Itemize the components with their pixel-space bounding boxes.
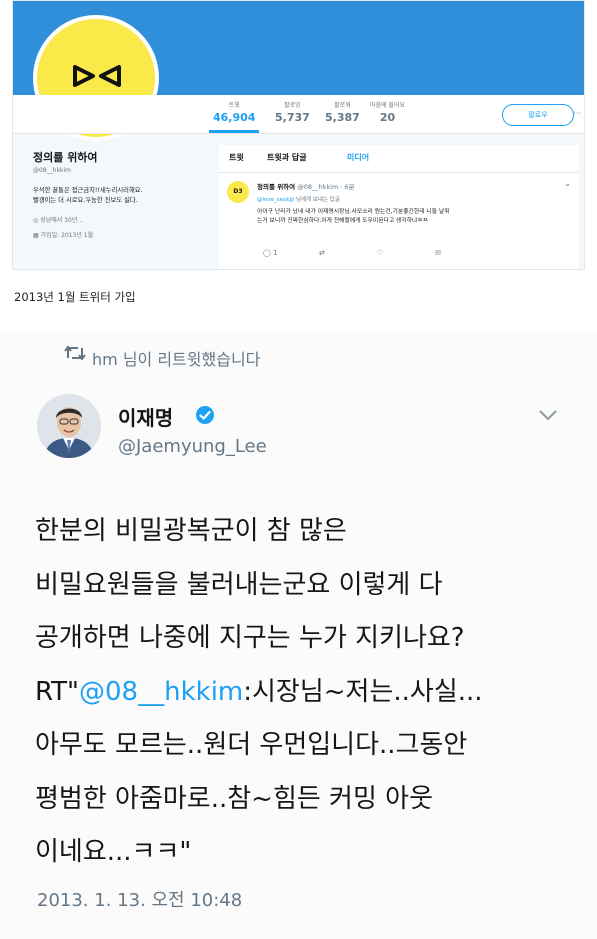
retweeted-by[interactable]: hm 님이 리트윗했습니다 <box>92 346 260 370</box>
verified-badge-icon <box>196 406 214 424</box>
stat-value: 20 <box>379 111 396 124</box>
calendar-icon: ▦ <box>33 232 39 239</box>
stat-likes[interactable]: 마음에 들어요 20 <box>370 100 405 124</box>
tab-tweets[interactable]: 트윗 <box>229 152 244 163</box>
profile-location: ◎ 성남에서 30년 .. <box>33 215 209 224</box>
stat-value: 46,904 <box>213 111 256 124</box>
profile-photo <box>37 394 101 458</box>
profile-screenshot: 세상의 작은 불의에도 관심 가져요 트윗 46,904 팔로잉 5,737 팔… <box>12 0 585 270</box>
stat-followers[interactable]: 팔로워 5,387 <box>325 100 360 124</box>
tweet-line: 한분의 비밀광복군이 참 많은 <box>35 516 347 546</box>
profile-bio: 정의를 위하여 @08__hkkim 우석한 꿀통은 접근금지!!새누리시러해요… <box>33 149 209 239</box>
inner-tweet-reply-to: @love_seokjji 님에게 보내는 답글 <box>257 195 340 203</box>
message-icon[interactable]: ✉ <box>435 249 441 257</box>
avatar[interactable] <box>37 394 101 458</box>
stat-value: 5,737 <box>275 111 310 124</box>
reply-suffix: 님에게 보내는 답글 <box>294 197 340 203</box>
reply-mention[interactable]: @love_seokjji <box>257 197 294 203</box>
stat-tweets[interactable]: 트윗 46,904 <box>208 100 260 133</box>
location-icon: ◎ <box>33 217 39 224</box>
profile-tabs: 트윗 트윗과 답글 미디어 <box>219 145 579 173</box>
caption: 2013년 1월 트위터 가입 <box>14 290 136 304</box>
bow-logo-icon <box>73 65 121 87</box>
inner-tweet-header: 정의를 위하여 @08__hkkim · 6분 <box>257 181 355 191</box>
retweet-icon <box>64 345 86 361</box>
inner-tweet-avatar[interactable]: D3 <box>227 181 249 203</box>
more-icon[interactable]: ··· <box>573 109 581 118</box>
tweet-panel: 트윗 트윗과 답글 미디어 D3 정의를 위하여 @08__hkkim · 6분… <box>219 145 579 269</box>
bio-line: 우석한 꿀통은 접근금지!!새누리시러해요. <box>33 187 143 194</box>
stat-label: 팔로워 <box>334 102 351 109</box>
tweet-timestamp[interactable]: 2013. 1. 13. 오전 10:48 <box>37 886 242 912</box>
inner-tweet-text: 아이구 난리가 났네 내가 이재명시장님.사모소리 뭔는건,기분좋긴한데 니들 … <box>257 208 575 226</box>
profile-joined: ▦ 가입일: 2013년 1월 <box>33 230 209 239</box>
main-tweet: hm 님이 리트윗했습니다 이재명 @Jaemyung_Lee 한분의 비밀광복… <box>0 330 597 939</box>
heart-icon[interactable]: ♡ <box>377 249 383 257</box>
inner-tweet-line: 는거 보니까 진짜한심하다.이게 전해헐에게 도우이된다고 생각하냐ㅉㅉ <box>257 218 429 224</box>
rt-prefix: RT" <box>35 676 80 707</box>
tab-tweets-replies[interactable]: 트윗과 답글 <box>267 152 307 163</box>
chevron-down-icon[interactable] <box>538 408 558 422</box>
tweet-text: 한분의 비밀광복군이 참 많은 비밀요원들을 불러내는군요 이렇게 다 공개하면… <box>35 505 580 880</box>
tweet-line: RT"@08__hkkim:시장님~저는..사실... <box>35 666 580 720</box>
stat-label: 트윗 <box>228 102 240 109</box>
mention-link[interactable]: @08__hkkim <box>79 677 243 707</box>
stat-label: 팔로잉 <box>284 102 301 109</box>
location-text: 성남에서 30년 .. <box>40 217 84 224</box>
tab-media[interactable]: 미디어 <box>347 152 369 163</box>
reply-count: 1 <box>273 249 278 257</box>
follow-button[interactable]: 팔로우 <box>502 104 574 126</box>
profile-description: 우석한 꿀통은 접근금지!!새누리시러해요. 빨갱이는 더 시로요.우농한 진보… <box>33 186 209 206</box>
stat-value: 5,387 <box>325 111 360 124</box>
inner-tweet-author[interactable]: 정의를 위하여 <box>257 183 295 191</box>
tweet-line: 이네요...ㅋㅋ" <box>35 837 192 867</box>
stat-following[interactable]: 팔로잉 5,737 <box>275 100 310 124</box>
stat-label: 마음에 들어요 <box>370 102 406 109</box>
inner-tweet-meta: @08__hkkim · 6분 <box>295 183 355 191</box>
bio-line: 빨갱이는 더 시로요.우농한 진보도 싫다. <box>33 197 138 204</box>
user-handle[interactable]: @Jaemyung_Lee <box>118 436 267 457</box>
tweet-line: 비밀요원들을 불러내는군요 이렇게 다 <box>35 569 443 600</box>
retweet-icon[interactable]: ⇄ <box>319 249 325 257</box>
chevron-down-icon[interactable]: ⌄ <box>564 179 571 188</box>
tweet-line: 아무도 모르는..원더 우먼입니다..그동안 <box>35 730 468 760</box>
joined-text: 가입일: 2013년 1월 <box>40 232 94 239</box>
tweet-line: 평범한 아줌마로..참~힘든 커밍 아웃 <box>35 783 433 814</box>
profile-handle: @08__hkkim <box>33 167 71 174</box>
profile-name: 정의를 위하여 <box>33 151 98 164</box>
user-name[interactable]: 이재명 <box>118 402 173 431</box>
tweet-line: 공개하면 나중에 지구는 누가 지키나요? <box>35 623 465 653</box>
profile-stats-bar: 트윗 46,904 팔로잉 5,737 팔로워 5,387 마음에 들어요 20 <box>13 95 584 134</box>
reply-icon[interactable]: ◯ <box>263 249 271 257</box>
inner-tweet-line: 아이구 난리가 났네 내가 이재명시장님.사모소리 뭔는건,기분좋긴한데 니들 … <box>257 209 450 215</box>
rt-rest: :시장님~저는..사실... <box>243 676 483 707</box>
